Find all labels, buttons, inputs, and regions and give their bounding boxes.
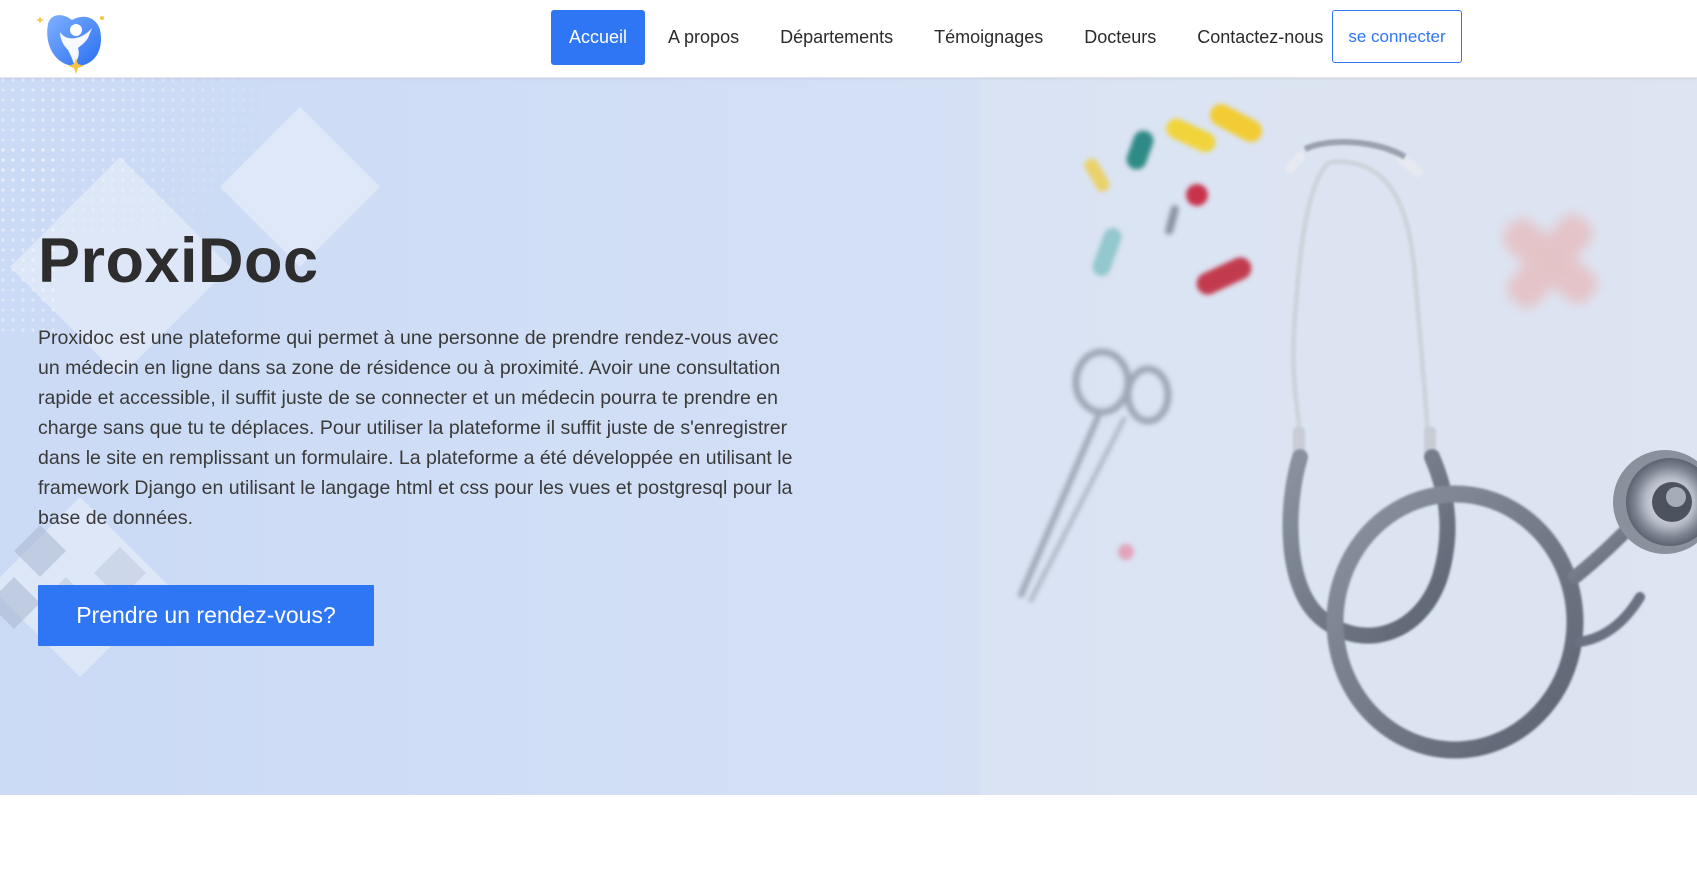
proxidoc-logo-icon[interactable] <box>34 8 110 74</box>
nav-item-temoignages[interactable]: Témoignages <box>916 10 1061 65</box>
nav-item-departements[interactable]: Départements <box>762 10 911 65</box>
book-appointment-button[interactable]: Prendre un rendez-vous? <box>38 585 374 646</box>
hero-description: Proxidoc est une plateforme qui permet à… <box>38 327 793 529</box>
nav-item-docteurs[interactable]: Docteurs <box>1066 10 1174 65</box>
hero-title: ProxiDoc <box>38 226 319 296</box>
site-header: Accueil A propos Départements Témoignage… <box>0 0 1697 78</box>
login-button[interactable]: se connecter <box>1332 10 1462 63</box>
main-nav: Accueil A propos Départements Témoignage… <box>551 10 1341 65</box>
nav-item-accueil[interactable]: Accueil <box>551 10 646 65</box>
nav-item-a-propos[interactable]: A propos <box>650 10 757 65</box>
nav-item-contactez-nous[interactable]: Contactez-nous <box>1179 10 1341 65</box>
hero-section: ProxiDoc Proxidoc est une plateforme qui… <box>0 77 1697 795</box>
